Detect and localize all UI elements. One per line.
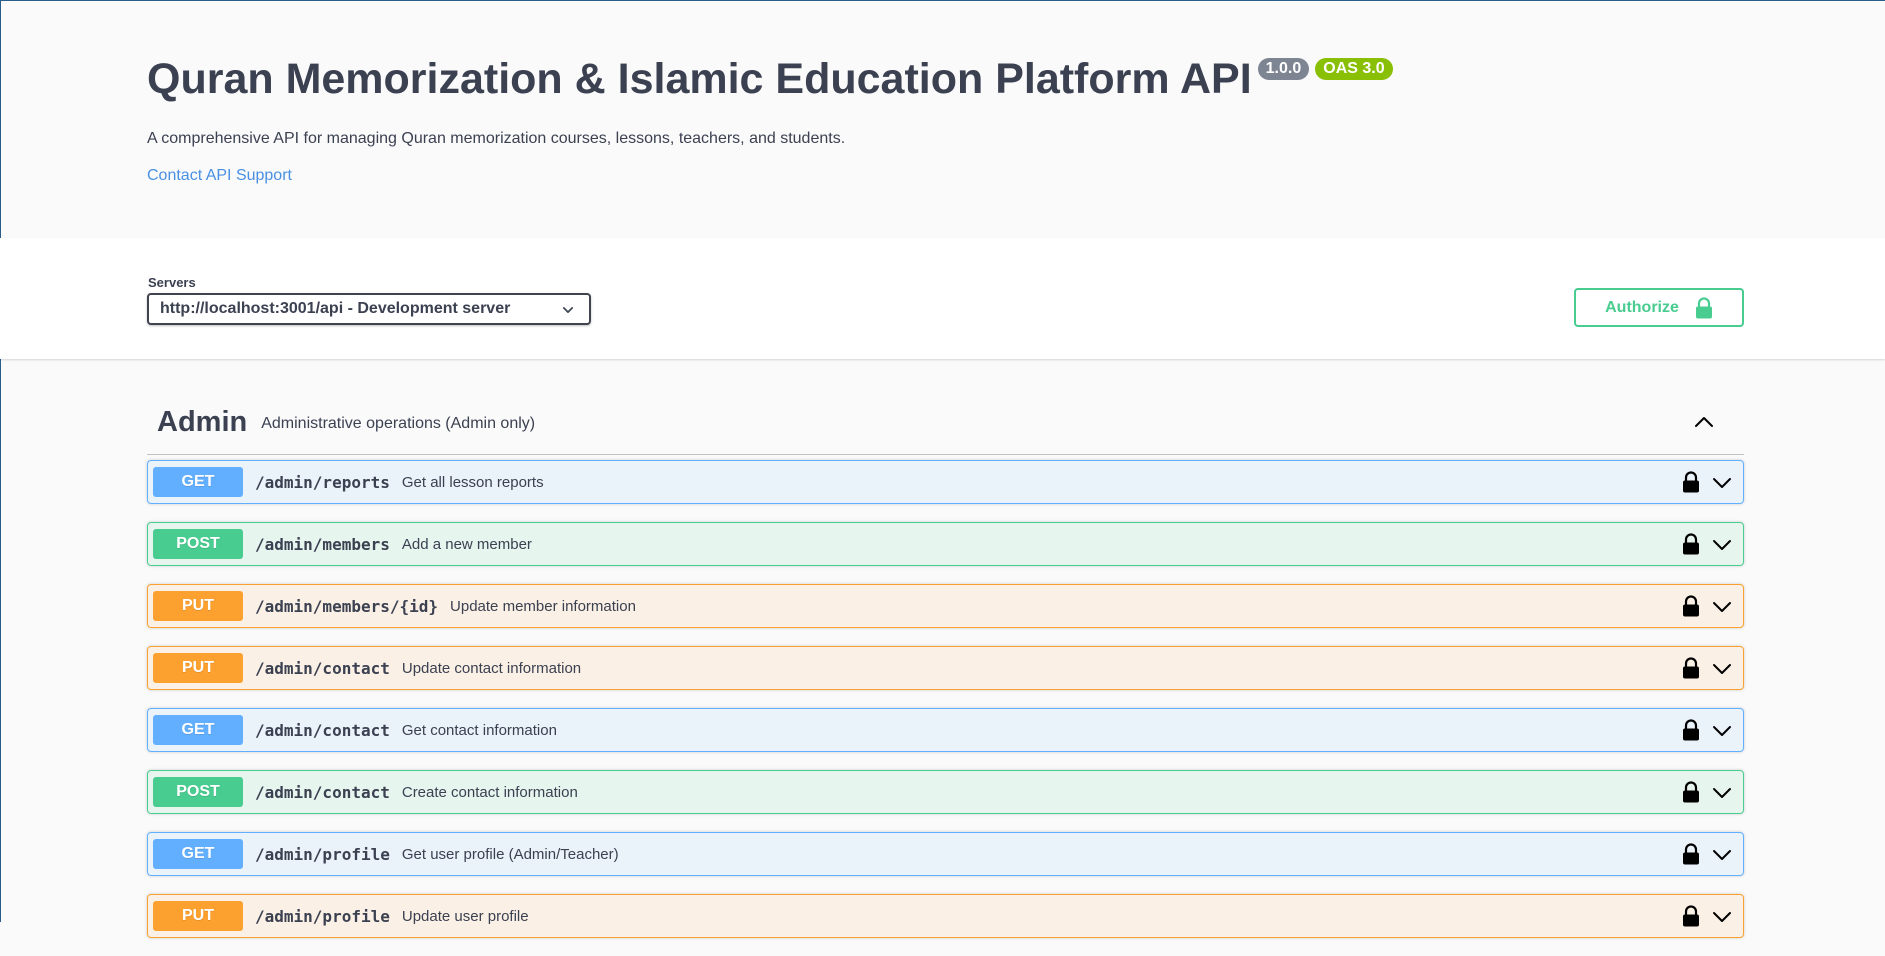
lock-icon[interactable] <box>1682 843 1700 865</box>
operation-path: /admin/contact <box>255 782 390 802</box>
oas-badge: OAS 3.0 <box>1315 58 1393 80</box>
operation-get-admin-profile[interactable]: GET /admin/profile Get user profile (Adm… <box>147 832 1744 876</box>
tag-name: Admin <box>157 405 248 438</box>
method-badge: GET <box>153 715 243 745</box>
method-badge: PUT <box>153 653 243 683</box>
lock-icon[interactable] <box>1682 719 1700 741</box>
method-badge: GET <box>153 467 243 497</box>
method-badge: PUT <box>153 591 243 621</box>
operation-post-admin-members[interactable]: POST /admin/members Add a new member <box>147 522 1744 566</box>
api-info: Quran Memorization & Islamic Education P… <box>147 50 1747 185</box>
lock-icon[interactable] <box>1682 657 1700 679</box>
tag-section-admin[interactable]: Admin Administrative operations (Admin o… <box>147 390 1744 455</box>
operation-path: /admin/contact <box>255 720 390 740</box>
chevron-down-icon[interactable] <box>1711 783 1733 803</box>
servers-selected-value: http://localhost:3001/api - Development … <box>160 300 511 317</box>
servers-label: Servers <box>148 275 196 290</box>
page-title: Quran Memorization & Islamic Education P… <box>147 55 1252 103</box>
operation-put-admin-contact[interactable]: PUT /admin/contact Update contact inform… <box>147 646 1744 690</box>
chevron-down-icon[interactable] <box>1711 597 1733 617</box>
operation-summary: Get contact information <box>401 721 557 739</box>
operation-put-admin-profile[interactable]: PUT /admin/profile Update user profile <box>147 894 1744 938</box>
chevron-down-icon[interactable] <box>1711 535 1733 555</box>
operations-list: GET /admin/reports Get all lesson report… <box>147 460 1744 956</box>
chevron-down-icon[interactable] <box>1711 659 1733 679</box>
operation-path: /admin/reports <box>255 472 390 492</box>
scheme-container: Servers http://localhost:3001/api - Deve… <box>0 238 1885 359</box>
api-description: A comprehensive API for managing Quran m… <box>147 130 846 147</box>
operation-path: /admin/profile <box>255 844 390 864</box>
operation-summary: Update contact information <box>401 659 582 677</box>
lock-icon[interactable] <box>1682 471 1700 493</box>
method-badge: PUT <box>153 901 243 931</box>
method-badge: GET <box>153 839 243 869</box>
lock-icon <box>1695 296 1712 318</box>
operation-get-admin-contact[interactable]: GET /admin/contact Get contact informati… <box>147 708 1744 752</box>
operation-get-admin-reports[interactable]: GET /admin/reports Get all lesson report… <box>147 460 1744 504</box>
operation-path: /admin/members/{id} <box>255 596 439 616</box>
operation-put-admin-members-id[interactable]: PUT /admin/members/{id} Update member in… <box>147 584 1744 628</box>
authorize-button[interactable]: Authorize <box>1574 288 1744 327</box>
chevron-up-icon[interactable] <box>1692 410 1716 434</box>
operation-path: /admin/members <box>255 534 390 554</box>
chevron-down-icon[interactable] <box>1711 907 1733 927</box>
lock-icon[interactable] <box>1682 533 1700 555</box>
chevron-down-icon[interactable] <box>1711 845 1733 865</box>
operation-summary: Get all lesson reports <box>401 473 544 491</box>
method-badge: POST <box>153 777 243 807</box>
operation-path: /admin/profile <box>255 906 390 926</box>
authorize-label: Authorize <box>1605 298 1679 316</box>
lock-icon[interactable] <box>1682 905 1700 927</box>
operation-summary: Update member information <box>450 597 636 615</box>
version-badge: 1.0.0 <box>1257 58 1310 80</box>
operation-summary: Create contact information <box>401 783 578 801</box>
tag-description: Administrative operations (Admin only) <box>261 414 536 432</box>
contact-link[interactable]: Contact API Support <box>147 167 292 185</box>
operation-post-admin-contact[interactable]: POST /admin/contact Create contact infor… <box>147 770 1744 814</box>
servers-select[interactable]: http://localhost:3001/api - Development … <box>147 293 591 325</box>
lock-icon[interactable] <box>1682 781 1700 803</box>
operation-summary: Get user profile (Admin/Teacher) <box>401 845 619 863</box>
chevron-down-icon[interactable] <box>1711 721 1733 741</box>
operation-summary: Add a new member <box>401 535 532 553</box>
chevron-down-icon[interactable] <box>1711 473 1733 493</box>
lock-icon[interactable] <box>1682 595 1700 617</box>
title-row: Quran Memorization & Islamic Education P… <box>147 50 1747 108</box>
chevron-down-icon <box>562 307 574 313</box>
operation-path: /admin/contact <box>255 658 390 678</box>
method-badge: POST <box>153 529 243 559</box>
